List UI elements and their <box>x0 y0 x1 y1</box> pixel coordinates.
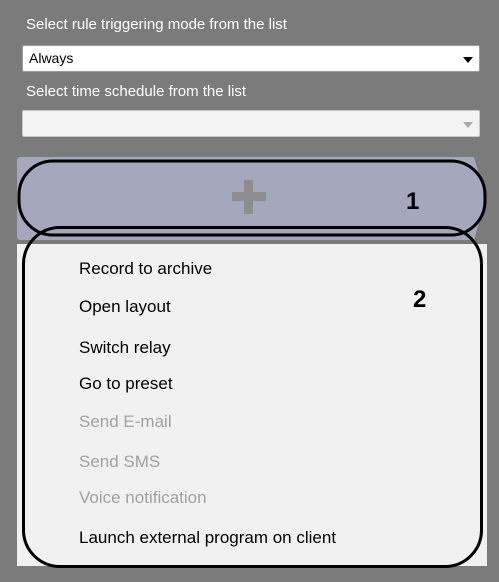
time-schedule-label: Select time schedule from the list <box>26 83 247 100</box>
callout-2: 2 <box>413 286 427 313</box>
callout-1: 1 <box>406 188 420 215</box>
plus-icon[interactable] <box>232 180 266 214</box>
trigger-mode-value: Always <box>29 50 74 66</box>
trigger-mode-dropdown[interactable]: Always <box>22 45 480 72</box>
time-schedule-dropdown[interactable] <box>22 110 480 137</box>
chevron-down-icon <box>463 122 473 128</box>
callout-outline <box>22 226 483 568</box>
trigger-mode-label: Select rule triggering mode from the lis… <box>26 16 287 33</box>
chevron-down-icon[interactable] <box>463 57 473 63</box>
